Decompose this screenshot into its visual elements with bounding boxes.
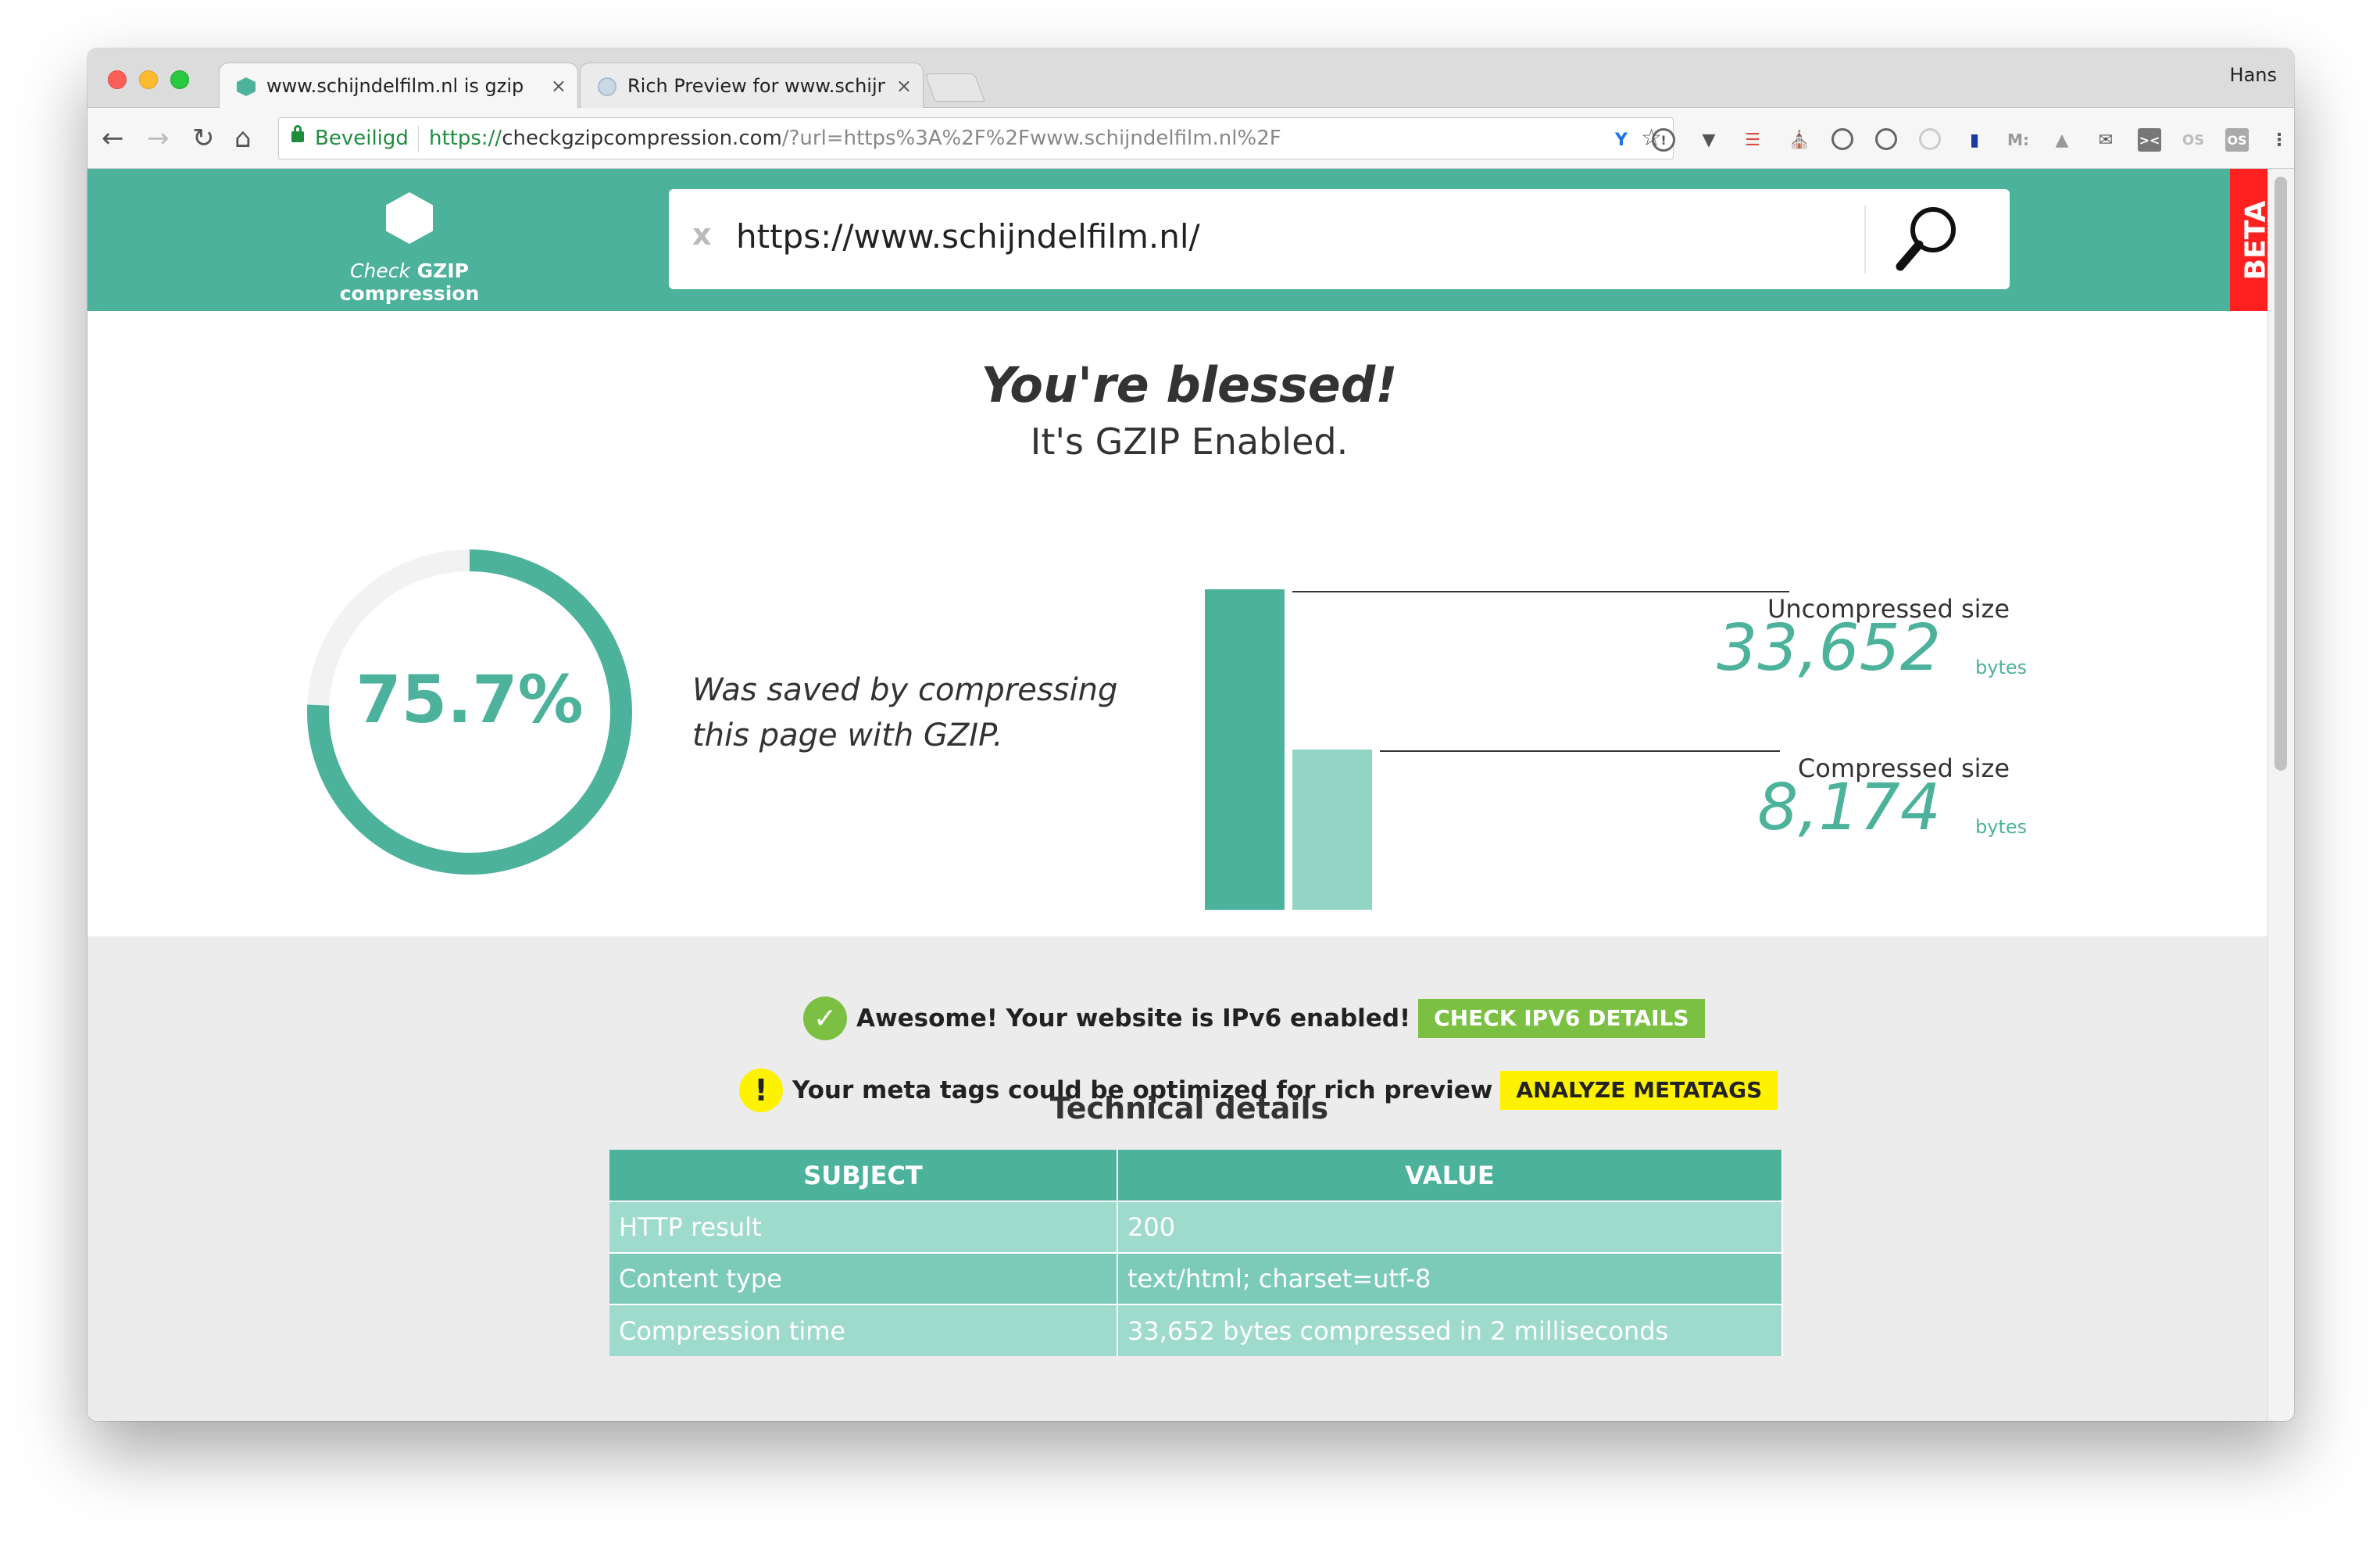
url-input[interactable]: https://www.schijndelfilm.nl/	[736, 217, 1200, 256]
address-divider	[418, 126, 419, 152]
tab-title: www.schijndelfilm.nl is gzip co	[266, 75, 524, 97]
logo-text[interactable]: Check GZIP compression	[298, 259, 520, 305]
zoom-window-button[interactable]	[170, 70, 189, 89]
profile-name[interactable]: Hans	[2230, 64, 2277, 86]
result-title: You're blessed!	[981, 356, 1398, 413]
minimize-window-button[interactable]	[139, 70, 158, 89]
uncompressed-value: 33,652	[1717, 611, 1941, 685]
globe-favicon-icon	[598, 77, 616, 96]
url-scheme: https://	[429, 127, 502, 150]
check-icon: ✓	[803, 997, 847, 1040]
todoist-icon[interactable]: ☰	[1741, 128, 1764, 152]
close-tab-icon[interactable]: ×	[551, 63, 566, 108]
beta-badge: BETA	[2230, 169, 2267, 311]
site-header: Check GZIP compression x https://www.sch…	[88, 169, 2267, 311]
table-row: Compression time 33,652 bytes compressed…	[609, 1304, 1783, 1356]
tab-bar: www.schijndelfilm.nl is gzip co × Rich P…	[88, 48, 2294, 108]
table-row: Content type text/html; charset=utf-8	[609, 1252, 1783, 1304]
uncompressed-bar	[1205, 589, 1285, 910]
search-magnifier-icon[interactable]	[1888, 200, 1966, 278]
compressed-unit: bytes	[1975, 816, 2028, 838]
cell-subject: Content type	[609, 1252, 1118, 1304]
table-row: HTTP result 200	[609, 1201, 1783, 1253]
extension-os-box-icon[interactable]: OS	[2225, 128, 2249, 152]
extension-m-icon[interactable]: M:	[2007, 128, 2030, 152]
secure-label: Beveiligd	[315, 127, 409, 150]
pocket-icon[interactable]: ▼	[1697, 128, 1721, 152]
extension-y-icon[interactable]: Y	[1610, 128, 1633, 152]
extension-globe-icon[interactable]	[1919, 128, 1941, 150]
reload-icon[interactable]: ↻	[192, 119, 215, 158]
compressed-bar	[1292, 750, 1372, 910]
savings-description: Was saved by compressing this page with …	[692, 672, 1118, 753]
extension-sync-icon[interactable]	[1875, 128, 1897, 150]
column-header-subject: SUBJECT	[609, 1150, 1118, 1201]
logo-check-word: Check	[350, 259, 410, 282]
extension-os-icon[interactable]: OS	[2182, 128, 2205, 152]
extension-shield-icon[interactable]: ⛪	[1788, 128, 1811, 152]
drive-icon[interactable]: ▲	[2050, 128, 2074, 152]
forward-arrow-icon[interactable]: →	[147, 119, 170, 158]
uncompressed-unit: bytes	[1975, 657, 2028, 678]
browser-window: www.schijndelfilm.nl is gzip co × Rich P…	[88, 48, 2294, 1421]
mail-icon[interactable]: ✉	[2094, 128, 2117, 152]
column-header-value: VALUE	[1117, 1150, 1783, 1201]
page-viewport: Check GZIP compression x https://www.sch…	[88, 169, 2267, 1421]
compressed-value: 8,174	[1757, 771, 1941, 845]
compressed-leader-line	[1380, 750, 1780, 752]
address-toolbar: ← → ↻ ⌂ Beveiligd https://checkgzipcompr…	[88, 108, 2294, 169]
cell-subject: Compression time	[609, 1304, 1118, 1356]
menu-dots-icon[interactable]: ⋮	[2267, 128, 2291, 152]
savings-percent: 75.7%	[356, 661, 584, 738]
cell-subject: HTTP result	[609, 1201, 1118, 1253]
close-window-button[interactable]	[108, 70, 127, 89]
url-host: checkgzipcompression.com	[502, 127, 782, 150]
cell-value: text/html; charset=utf-8	[1117, 1252, 1783, 1304]
new-tab-button[interactable]	[924, 73, 985, 102]
home-icon[interactable]: ⌂	[234, 119, 252, 158]
scrollbar-thumb[interactable]	[2275, 177, 2287, 771]
cell-value: 33,652 bytes compressed in 2 millisecond…	[1117, 1304, 1783, 1356]
ipv6-notice: ✓ Awesome! Your website is IPv6 enabled!…	[803, 996, 1705, 1041]
extension-power-icon[interactable]	[1831, 128, 1853, 150]
url-query: /?url=https%3A%2F%2Fwww.schijndelfilm.nl…	[781, 127, 1281, 150]
extension-code-icon[interactable]: ><	[2138, 128, 2161, 152]
url-search-box: x https://www.schijndelfilm.nl/	[669, 189, 2010, 289]
lock-icon	[291, 125, 304, 142]
table-header-row: SUBJECT VALUE	[609, 1150, 1783, 1201]
technical-details-table: SUBJECT VALUE HTTP result 200 Content ty…	[609, 1150, 1783, 1356]
back-arrow-icon[interactable]: ←	[102, 119, 124, 158]
extension-info-icon[interactable]: !	[1652, 128, 1675, 152]
ipv6-text: Awesome! Your website is IPv6 enabled!	[856, 1004, 1411, 1032]
check-ipv6-button[interactable]: CHECK IPV6 DETAILS	[1418, 999, 1705, 1038]
tab-rich-preview[interactable]: Rich Preview for www.schijnde ×	[580, 63, 924, 108]
url-text: https://checkgzipcompression.com/?url=ht…	[429, 118, 1281, 159]
logo-hexagon-icon[interactable]	[386, 192, 433, 244]
vertical-scrollbar[interactable]	[2267, 169, 2294, 1421]
address-bar[interactable]: Beveiligd https://checkgzipcompression.c…	[278, 117, 1674, 159]
technical-details-title: Technical details	[1049, 1091, 1329, 1126]
close-tab-icon[interactable]: ×	[896, 63, 912, 108]
clear-input-icon[interactable]: x	[692, 217, 712, 252]
result-subtitle: It's GZIP Enabled.	[1030, 420, 1349, 463]
uncompressed-leader-line	[1292, 591, 1789, 592]
tab-title: Rich Preview for www.schijnde	[627, 75, 885, 97]
beta-label: BETA	[2239, 200, 2268, 280]
extension-flag-icon[interactable]: ▮	[1963, 128, 1986, 152]
cell-value: 200	[1117, 1201, 1783, 1253]
tab-gzip[interactable]: www.schijndelfilm.nl is gzip co ×	[219, 63, 578, 108]
search-divider	[1864, 205, 1866, 274]
gzip-favicon-icon	[237, 77, 256, 96]
